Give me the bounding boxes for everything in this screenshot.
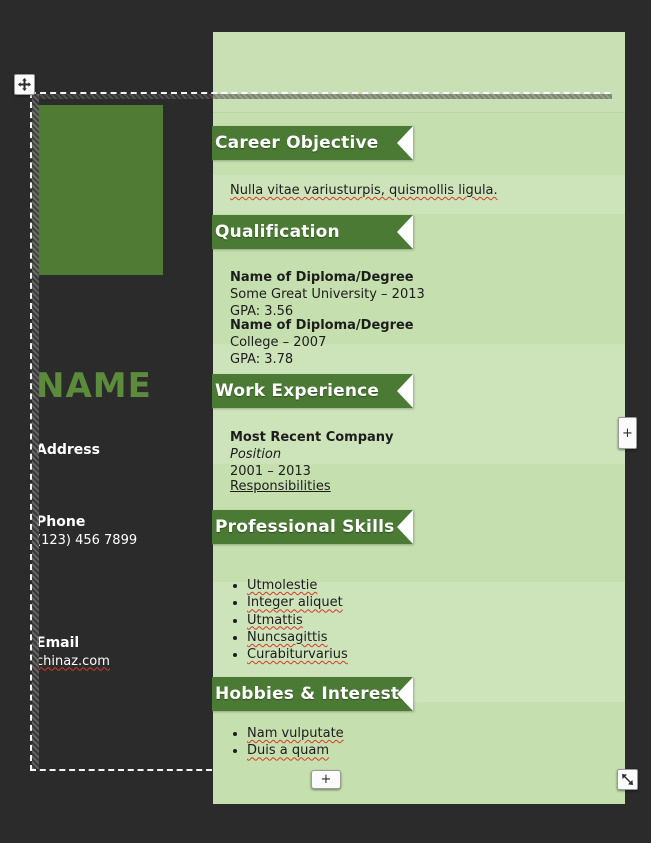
skills-ul: Utmolestie Integer aliquet Utmattis Nunc…	[213, 577, 625, 663]
ribbon-arrow-notch-icon	[397, 677, 413, 711]
ribbon-shape: Qualification	[189, 215, 413, 249]
list-item: Utmattis	[247, 612, 625, 629]
list-item: Nuncsagittis	[247, 629, 625, 646]
qualification-entry-2[interactable]: Name of Diploma/Degree College – 2007 GP…	[230, 317, 414, 368]
section-ribbon-work-experience[interactable]: Work Experience	[189, 374, 413, 419]
job-position: Position	[230, 447, 282, 463]
professional-skills-list[interactable]: Utmolestie Integer aliquet Utmattis Nunc…	[213, 577, 625, 663]
ribbon-arrow-notch-icon	[397, 510, 413, 544]
move-handle-icon[interactable]	[14, 74, 35, 95]
list-item: Curabiturvarius	[247, 646, 625, 663]
section-title: Work Experience	[215, 381, 380, 401]
resume-content-panel: Career Objective Nulla vitae variusturpi…	[189, 32, 625, 804]
degree-heading: Name of Diploma/Degree	[230, 318, 414, 333]
section-ribbon-hobbies-interests[interactable]: Hobbies & Interests	[189, 677, 413, 722]
section-ribbon-qualification[interactable]: Qualification	[189, 215, 413, 260]
section-title: Professional Skills	[215, 517, 395, 537]
ribbon-shape: Professional Skills	[189, 510, 413, 544]
contact-label: Address	[36, 442, 100, 458]
list-item: Integer aliquet	[247, 594, 625, 611]
section-ribbon-career-objective[interactable]: Career Objective	[189, 126, 413, 171]
editor-canvas: Career Objective Nulla vitae variusturpi…	[0, 0, 651, 843]
hobbies-ul: Nam vulputate Duis a quam	[213, 725, 625, 760]
selection-border-top	[30, 92, 610, 94]
contact-value: chinaz.com	[36, 653, 110, 669]
degree-heading: Name of Diploma/Degree	[230, 270, 414, 285]
contact-email[interactable]: Email chinaz.com	[36, 635, 110, 670]
company-name: Most Recent Company	[230, 430, 394, 445]
contact-address[interactable]: Address	[36, 442, 100, 460]
ribbon-arrow-notch-icon	[397, 215, 413, 249]
ribbon-arrow-notch-icon	[397, 374, 413, 408]
contact-label: Email	[36, 635, 80, 651]
contact-value: (123) 456 7899	[36, 532, 138, 548]
photo-placeholder[interactable]	[33, 105, 163, 275]
ribbon-shape: Career Objective	[189, 126, 413, 160]
list-item: Utmolestie	[247, 577, 625, 594]
list-item: Nam vulputate	[247, 725, 625, 742]
resume-sidebar: NAME Address Phone (123) 456 7899 Email …	[33, 96, 212, 768]
ribbon-shape: Hobbies & Interests	[189, 677, 413, 711]
add-section-bottom-button[interactable]: +	[311, 770, 341, 789]
selection-hatch-left	[32, 94, 39, 769]
list-item: Duis a quam	[247, 742, 625, 759]
contact-label: Phone	[36, 514, 86, 530]
responsibilities-link[interactable]: Responsibilities	[230, 478, 331, 495]
resize-handle-icon[interactable]	[617, 769, 638, 790]
selection-border-left	[30, 92, 32, 771]
section-title: Hobbies & Interests	[215, 684, 410, 704]
work-experience-entry[interactable]: Most Recent Company Position 2001 – 2013	[230, 429, 394, 480]
qualification-entry-1[interactable]: Name of Diploma/Degree Some Great Univer…	[230, 269, 425, 320]
panel-top-spacer	[213, 32, 625, 112]
selection-border-bottom	[30, 769, 212, 771]
contact-phone[interactable]: Phone (123) 456 7899	[36, 514, 137, 549]
section-title: Career Objective	[215, 133, 379, 153]
section-ribbon-professional-skills[interactable]: Professional Skills	[189, 510, 413, 555]
degree-institution: College – 2007	[230, 335, 327, 351]
page-title[interactable]: NAME	[36, 369, 152, 403]
degree-institution: Some Great University – 2013	[230, 287, 425, 303]
ribbon-shape: Work Experience	[189, 374, 413, 408]
degree-gpa: GPA: 3.78	[230, 352, 294, 368]
selection-hatch-top	[32, 94, 612, 99]
hobbies-list[interactable]: Nam vulputate Duis a quam	[213, 725, 625, 760]
add-section-right-button[interactable]: +	[618, 417, 637, 449]
section-title: Qualification	[215, 222, 340, 242]
ribbon-arrow-notch-icon	[397, 126, 413, 160]
career-objective-paragraph[interactable]: Nulla vitae variusturpis, quismollis lig…	[230, 182, 498, 199]
